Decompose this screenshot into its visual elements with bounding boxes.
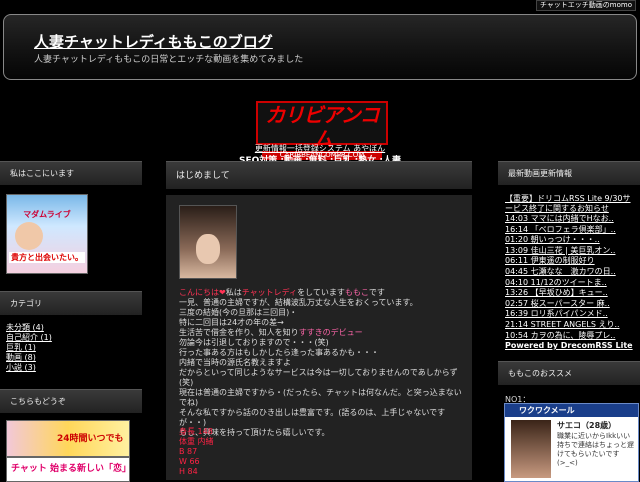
intro-text: をしています [297,288,345,297]
rss-powered-link[interactable]: Powered by DrecomRSS Lite [505,341,633,350]
category-heading: カテゴリ [0,291,142,315]
post-line: そんな私ですから話のひき出しは豊富です。(語るのは、上手じゃないですが・・) [179,408,446,427]
category-link[interactable]: 動画 (8) [6,353,52,363]
rss-item[interactable]: 21:14 STREET ANGELS えり.. [505,320,620,329]
rss-heading: 最新動画更新情報 [498,161,640,185]
stat-line: B 87 [179,447,198,456]
category-list: 未分類 (4) 自己紹介 (1) 巨乳 (1) 動画 (8) 小説 (3) [6,323,52,373]
chat-ad-banner-1[interactable]: 24時間いつでも [6,420,130,457]
chat-ad-banner-2[interactable]: チャット 始まる新しい「恋」 [6,457,132,482]
rss-item[interactable]: 13:09 佳山三花 | 美巨乳オン.. [505,246,615,255]
rss-item[interactable]: 【重要】ドリコムRSS Lite 9/30サービス終了に関するお知らせ [505,194,631,213]
rss-item[interactable]: 04:10 11/12のツイートま.. [505,278,607,287]
post-line: 行った事ある方はもしかしたら逢った事あるかも・・・ [179,348,379,357]
wakuwaku-mail-banner[interactable]: ワクワクメール サエコ（28歳） 職業に近いからIkkいい持ちで連絡はちょっと遅… [504,403,639,482]
post-line: 内緒で当時の源氏名教えますよ [179,358,291,367]
ad-text: 職業に近いからIkkいい持ちで連絡はちょっと遅けてもらいたいです(>_<) [557,432,634,467]
blog-header: 人妻チャットレディももこのブログ 人妻チャットレディももこの日常とエッチな動画を… [3,14,637,80]
ad-photo [511,420,551,478]
stat-line: 身長 148 [179,427,213,436]
rss-item[interactable]: 04:45 七瀬なな 激カワの日.. [505,267,616,276]
rss-item[interactable]: 16:39 ロリ系パイパンメド.. [505,309,608,318]
post-text: こんにちは❤私はチャットレディをしていますももこです 一見、普通の主婦ですが、結… [179,288,469,438]
post-line: 生活苦で借金を作り、知人を知り [179,328,299,337]
stat-line: 体重 内緒 [179,437,214,446]
recommend-heading: こちらもどうぞ [0,389,142,413]
rss-item[interactable]: 16:14 「ベロフェラ倶楽部」.. [505,225,616,234]
category-link[interactable]: 自己紹介 (1) [6,333,52,343]
banner-title: マダムライブ [23,210,71,219]
banner-text: 貴方と出会いたい。 [9,252,85,263]
category-link[interactable]: 巨乳 (1) [6,343,52,353]
chatlady-text: チャットレディ [241,288,298,297]
rss-item[interactable]: 02:57 桜スーパースター 麻.. [505,299,610,308]
post-body: こんにちは❤私はチャットレディをしていますももこです 一見、普通の主婦ですが、結… [166,195,472,480]
ad-text: 24時間いつでも [57,434,124,444]
post-line: 特に二回目は24才の年の差→ [179,318,284,327]
recommend-heading-right: ももこのおススメ [498,361,640,385]
post-line: 三度の結婚(今の旦那は三回目)・ [179,308,298,317]
greeting: こんにちは [179,288,219,297]
post-heading: はじめまして [166,161,472,189]
rss-item[interactable]: 01:20 朝いっつけ・・・.. [505,235,600,244]
post-line: もし、興味を持って頂けたら嬉しいです。 [179,428,330,437]
post-line: 一見、普通の主婦ですが、結構波乱万丈な人生をおくっています。 [179,298,418,307]
post-line: 現在は普通の主婦ですから・(だったら、チャットは何なんだ。と突っ込まないでね) [179,388,462,407]
madam-live-banner[interactable]: マダムライブ 貴方と出会いたい。 [6,194,88,274]
ad-title: ワクワクメール [505,404,638,417]
rss-list: 【重要】ドリコムRSS Lite 9/30サービス終了に関するお知らせ 14:0… [505,194,637,352]
caribbeancom-banner[interactable]: カリビアンコム CARIBBEANCOMPR.COM [256,101,388,160]
top-link[interactable]: チャットエッチ動画のmomo [535,0,636,11]
blog-description: 人妻チャットレディももこの日常とエッチな動画を集めてみました [34,55,304,65]
rss-item[interactable]: 06:11 伊東遥の制服好り [505,256,595,265]
rss-item[interactable]: 14:03 ママには内緒でHなお.. [505,214,614,223]
stat-line: W 66 [179,457,200,466]
stat-line: H 84 [179,467,198,476]
profile-photo [179,205,237,279]
category-link[interactable]: 未分類 (4) [6,323,52,333]
profile-stats: 身長 148 体重 内緒 B 87 W 66 H 84 [179,427,214,477]
rss-item[interactable]: 10:54 カヲの為に、陵辱プレ.. [505,331,615,340]
category-link[interactable]: 小説 (3) [6,363,52,373]
post-line: だからといって同じようなサービスは今は一切しておりませんのであしからず(笑) [179,368,458,387]
blog-title[interactable]: 人妻チャットレディももこのブログ [34,31,273,52]
top-strip: チャットエッチ動画のmomo [0,0,640,11]
ad-name: サエコ（28歳） [557,421,617,430]
intro-text: 私は [225,288,242,297]
post-line: 勿論今は引退しておりますので・・・(笑) [179,338,329,347]
ad-text: チャット 始まる新しい「恋」 [11,464,132,474]
profile-heading: 私はここにいます [0,161,142,185]
rss-item[interactable]: 13:26 【早坂ひめ】キュー.. [505,288,608,297]
debut-text: すすきのデビュー [298,328,363,337]
intro-text: です [368,288,385,297]
banner-photo [15,222,43,250]
momoko-text: ももこ [344,288,369,297]
